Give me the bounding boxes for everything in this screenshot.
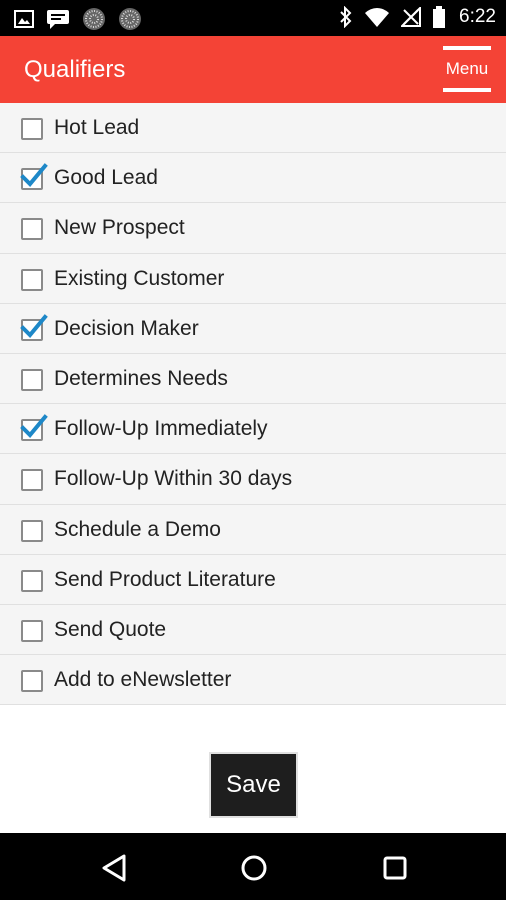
system-icons: 6:22 [339,6,496,28]
bluetooth-icon [340,6,352,28]
qualifier-label: Existing Customer [54,266,225,290]
qualifier-label: Send Quote [54,617,167,641]
qualifier-label: Decision Maker [54,316,199,340]
qualifier-checkbox[interactable] [21,670,43,693]
page-title: Qualifiers [24,56,126,83]
qualifier-item[interactable]: Determines Needs [0,353,506,405]
qualifier-checkbox[interactable] [21,268,43,291]
qualifier-item[interactable]: Add to eNewsletter [0,655,506,706]
status-bar: 6:22 [0,0,506,36]
menu-button[interactable]: Menu [443,46,491,92]
chat-icon [47,10,69,29]
qualifier-item[interactable]: Good Lead [0,153,506,204]
qualifier-label: New Prospect [54,216,185,240]
home-icon[interactable] [239,853,269,883]
wifi-icon [365,8,390,27]
nav-bar [0,833,506,900]
qualifier-checkbox[interactable] [21,619,43,642]
qualifier-item[interactable]: New Prospect [0,203,506,254]
qualifier-label: Good Lead [54,166,158,190]
qualifier-checkbox[interactable] [21,469,43,492]
back-icon[interactable] [100,853,130,883]
checkmark-icon [20,163,48,188]
qualifier-label: Add to eNewsletter [54,668,232,692]
qualifier-item[interactable]: Hot Lead [0,103,506,154]
no-signal-icon [401,7,422,27]
qualifier-label: Follow-Up Immediately [54,417,268,441]
qualifier-list: Hot Lead Good Lead New Prospect Existing Cu… [0,103,506,706]
qualifier-label: Follow-Up Within 30 days [54,467,293,491]
save-button[interactable]: Save [209,752,298,818]
menu-bottom-line [443,88,491,92]
qualifier-checkbox[interactable] [21,218,43,241]
battery-icon [433,6,446,28]
status-time: 6:22 [459,6,496,27]
qualifier-checkbox[interactable] [21,368,43,391]
qualifier-label: Hot Lead [54,116,140,139]
qualifier-item[interactable]: Send Product Literature [0,554,506,605]
checkmark-icon [20,313,48,338]
qualifier-item[interactable]: Schedule a Demo [0,504,506,555]
qualifier-item[interactable]: Follow-Up Within 30 days [0,454,506,505]
menu-label: Menu [445,59,489,78]
notification-icons [14,7,142,31]
app-bar: Qualifiers Menu [0,36,506,103]
dotted-globe-icon [83,8,105,30]
qualifier-label: Determines Needs [54,366,228,390]
qualifier-item[interactable]: Existing Customer [0,253,506,304]
recents-icon[interactable] [380,853,410,883]
qualifier-checkbox[interactable] [21,118,43,140]
image-icon [14,10,34,28]
qualifier-checkbox[interactable] [21,569,43,592]
dotted-globe-icon [119,8,141,30]
qualifier-item[interactable]: Send Quote [0,604,506,656]
qualifier-label: Schedule a Demo [54,517,221,541]
menu-top-line [443,46,491,50]
qualifier-checkbox[interactable] [21,519,43,542]
qualifier-label: Send Product Literature [54,567,276,591]
qualifier-item[interactable]: Follow-Up Immediately [0,404,506,455]
qualifier-item[interactable]: Decision Maker [0,303,506,354]
checkmark-icon [20,414,48,439]
